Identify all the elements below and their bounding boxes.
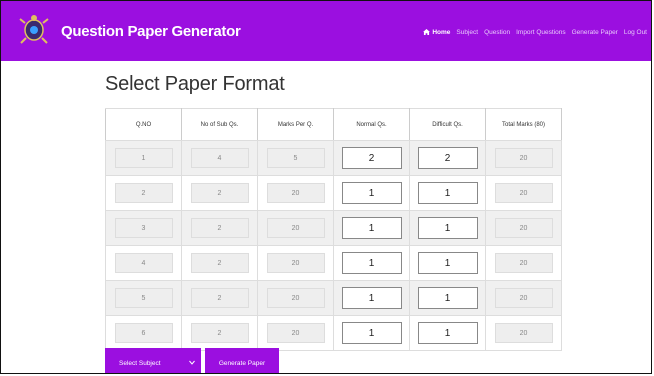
- header-normal-qs: Normal Qs.: [333, 108, 410, 141]
- sub-qs-field: 2: [190, 218, 249, 238]
- marks-per-q-field: 5: [266, 148, 325, 168]
- marks-per-q-field: 20: [266, 253, 325, 273]
- paper-format-table: Q.NO No of Sub Qs. Marks Per Q. Normal Q…: [105, 108, 562, 351]
- turtle-logo-icon[interactable]: [19, 13, 49, 45]
- table-row: 1 4 5 2 2 20: [105, 140, 562, 176]
- qno-field: 4: [114, 253, 173, 273]
- marks-per-q-field: 20: [266, 183, 325, 203]
- total-marks-field: 20: [494, 288, 553, 308]
- difficult-qs-input[interactable]: 1: [417, 217, 478, 239]
- sub-qs-field: 2: [190, 323, 249, 343]
- nav-generate-paper[interactable]: Generate Paper: [572, 29, 618, 36]
- qno-field: 3: [114, 218, 173, 238]
- normal-qs-input[interactable]: 1: [341, 287, 402, 309]
- total-marks-field: 20: [494, 148, 553, 168]
- home-icon: [423, 29, 431, 35]
- normal-qs-input[interactable]: 1: [341, 217, 402, 239]
- nav-import-questions[interactable]: Import Questions: [516, 29, 566, 36]
- chevron-down-icon: [189, 360, 195, 365]
- total-marks-field: 20: [494, 323, 553, 343]
- header-total-marks: Total Marks (80): [485, 108, 562, 141]
- brand-title[interactable]: Question Paper Generator: [61, 23, 241, 40]
- marks-per-q-field: 20: [266, 323, 325, 343]
- qno-field: 5: [114, 288, 173, 308]
- total-marks-field: 20: [494, 183, 553, 203]
- table-row: 2 2 20 1 1 20: [105, 175, 562, 211]
- normal-qs-input[interactable]: 1: [341, 182, 402, 204]
- normal-qs-input[interactable]: 2: [341, 147, 402, 169]
- table-row: 3 2 20 1 1 20: [105, 210, 562, 246]
- marks-per-q-field: 20: [266, 288, 325, 308]
- difficult-qs-input[interactable]: 1: [417, 322, 478, 344]
- total-marks-field: 20: [494, 253, 553, 273]
- nav-question[interactable]: Question: [484, 29, 510, 36]
- header-qno: Q.NO: [105, 108, 182, 141]
- nav-log-out[interactable]: Log Out: [624, 29, 647, 36]
- marks-per-q-field: 20: [266, 218, 325, 238]
- total-marks-field: 20: [494, 218, 553, 238]
- header-marks-per-q: Marks Per Q.: [257, 108, 334, 141]
- sub-qs-field: 2: [190, 253, 249, 273]
- normal-qs-input[interactable]: 1: [341, 252, 402, 274]
- sub-qs-field: 2: [190, 183, 249, 203]
- table-header-row: Q.NO No of Sub Qs. Marks Per Q. Normal Q…: [105, 108, 562, 141]
- header-sub-qs: No of Sub Qs.: [181, 108, 258, 141]
- difficult-qs-input[interactable]: 2: [417, 147, 478, 169]
- nav-links: Home Subject Question Import Questions G…: [423, 29, 647, 36]
- select-subject-dropdown[interactable]: Select Subject: [105, 348, 201, 373]
- qno-field: 6: [114, 323, 173, 343]
- nav-home-label: Home: [432, 29, 451, 36]
- app-frame: Question Paper Generator Home Subject Qu…: [0, 0, 652, 374]
- table-row: 5 2 20 1 1 20: [105, 280, 562, 316]
- table-row: 4 2 20 1 1 20: [105, 245, 562, 281]
- difficult-qs-input[interactable]: 1: [417, 182, 478, 204]
- difficult-qs-input[interactable]: 1: [417, 252, 478, 274]
- table-row: 6 2 20 1 1 20: [105, 315, 562, 351]
- qno-field: 1: [114, 148, 173, 168]
- select-subject-label: Select Subject: [119, 359, 161, 367]
- nav-subject[interactable]: Subject: [456, 29, 478, 36]
- sub-qs-field: 2: [190, 288, 249, 308]
- navbar: Question Paper Generator Home Subject Qu…: [1, 1, 651, 61]
- nav-home[interactable]: Home: [423, 29, 450, 36]
- sub-qs-field: 4: [190, 148, 249, 168]
- difficult-qs-input[interactable]: 1: [417, 287, 478, 309]
- header-difficult-qs: Difficult Qs.: [409, 108, 486, 141]
- normal-qs-input[interactable]: 1: [341, 322, 402, 344]
- page-title: Select Paper Format: [105, 73, 285, 95]
- generate-paper-button[interactable]: Generate Paper: [205, 348, 279, 373]
- action-bar: Select Subject Generate Paper: [105, 348, 279, 373]
- qno-field: 2: [114, 183, 173, 203]
